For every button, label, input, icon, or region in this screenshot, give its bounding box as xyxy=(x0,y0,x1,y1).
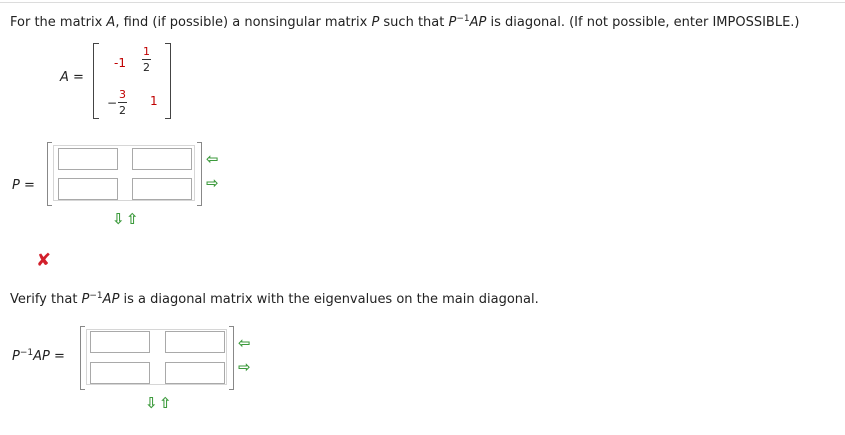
matrix-a-cell-21: 3 2 xyxy=(118,89,127,116)
matrix-a-cell-22: 1 xyxy=(150,94,158,108)
p-label: P = xyxy=(12,178,35,193)
d-cell-21[interactable] xyxy=(90,362,150,384)
wrong-answer-icon: ✘ xyxy=(36,250,52,271)
matrix-a-cell-11: -1 xyxy=(114,56,126,70)
d-label-ap: AP = xyxy=(33,349,65,364)
frac-21-num: 3 xyxy=(119,88,126,101)
p-cell-22[interactable] xyxy=(132,178,192,200)
d-label: P−1AP = xyxy=(12,348,65,364)
top-divider xyxy=(0,2,845,3)
d-label-sup: −1 xyxy=(19,348,34,358)
p-label-var: P xyxy=(12,178,20,193)
d-cell-12[interactable] xyxy=(165,331,225,353)
p-cell-11[interactable] xyxy=(58,148,118,170)
remove-column-arrow-icon[interactable]: ⇦ xyxy=(206,152,219,167)
matrix-a-var: A xyxy=(60,70,69,85)
matrix-a-label: A = xyxy=(60,70,84,85)
p-cell-12[interactable] xyxy=(132,148,192,170)
matrix-a-right-bracket xyxy=(165,43,171,119)
d-cell-11[interactable] xyxy=(90,331,150,353)
verify-text: Verify that P−1AP is a diagonal matrix w… xyxy=(10,291,539,307)
var-a: A xyxy=(106,15,116,30)
verify-sup: −1 xyxy=(89,291,103,301)
d-remove-column-arrow-icon[interactable]: ⇦ xyxy=(238,336,251,351)
var-ap: AP xyxy=(469,15,487,30)
remove-row-arrow-icon[interactable]: ⇧ xyxy=(126,212,139,227)
matrix-a-cell-12: 1 2 xyxy=(142,46,151,73)
p-cell-21[interactable] xyxy=(58,178,118,200)
question-middle: , find (if possible) a nonsingular matri… xyxy=(115,15,372,30)
question-suchthat: such that xyxy=(379,15,449,30)
d-remove-row-arrow-icon[interactable]: ⇧ xyxy=(159,396,172,411)
d-add-column-arrow-icon[interactable]: ⇨ xyxy=(238,360,251,375)
question-text: For the matrix A, find (if possible) a n… xyxy=(10,14,800,30)
frac-21-den: 2 xyxy=(119,104,126,117)
d-add-row-arrow-icon[interactable]: ⇩ xyxy=(145,396,158,411)
p-right-bracket xyxy=(197,142,202,206)
frac-12-bar xyxy=(142,59,151,60)
d-right-bracket xyxy=(229,326,234,390)
question-prefix: For the matrix xyxy=(10,15,107,30)
frac-12-num: 1 xyxy=(143,45,150,58)
d-cell-22[interactable] xyxy=(165,362,225,384)
verify-ap: AP xyxy=(102,292,120,307)
frac-12-den: 2 xyxy=(143,61,150,74)
verify-suffix: is a diagonal matrix with the eigenvalue… xyxy=(119,292,539,307)
question-suffix: is diagonal. (If not possible, enter IMP… xyxy=(486,15,800,30)
add-column-arrow-icon[interactable]: ⇨ xyxy=(206,176,219,191)
matrix-a-cell-21-sign: − xyxy=(107,96,118,110)
frac-21-bar xyxy=(118,102,127,103)
add-row-arrow-icon[interactable]: ⇩ xyxy=(112,212,125,227)
d-left-bracket xyxy=(80,326,85,390)
d-label-p: P xyxy=(12,349,20,364)
verify-prefix: Verify that xyxy=(10,292,82,307)
matrix-a-left-bracket xyxy=(93,43,99,119)
p-left-bracket xyxy=(47,142,52,206)
superscript-inverse: −1 xyxy=(456,14,470,24)
